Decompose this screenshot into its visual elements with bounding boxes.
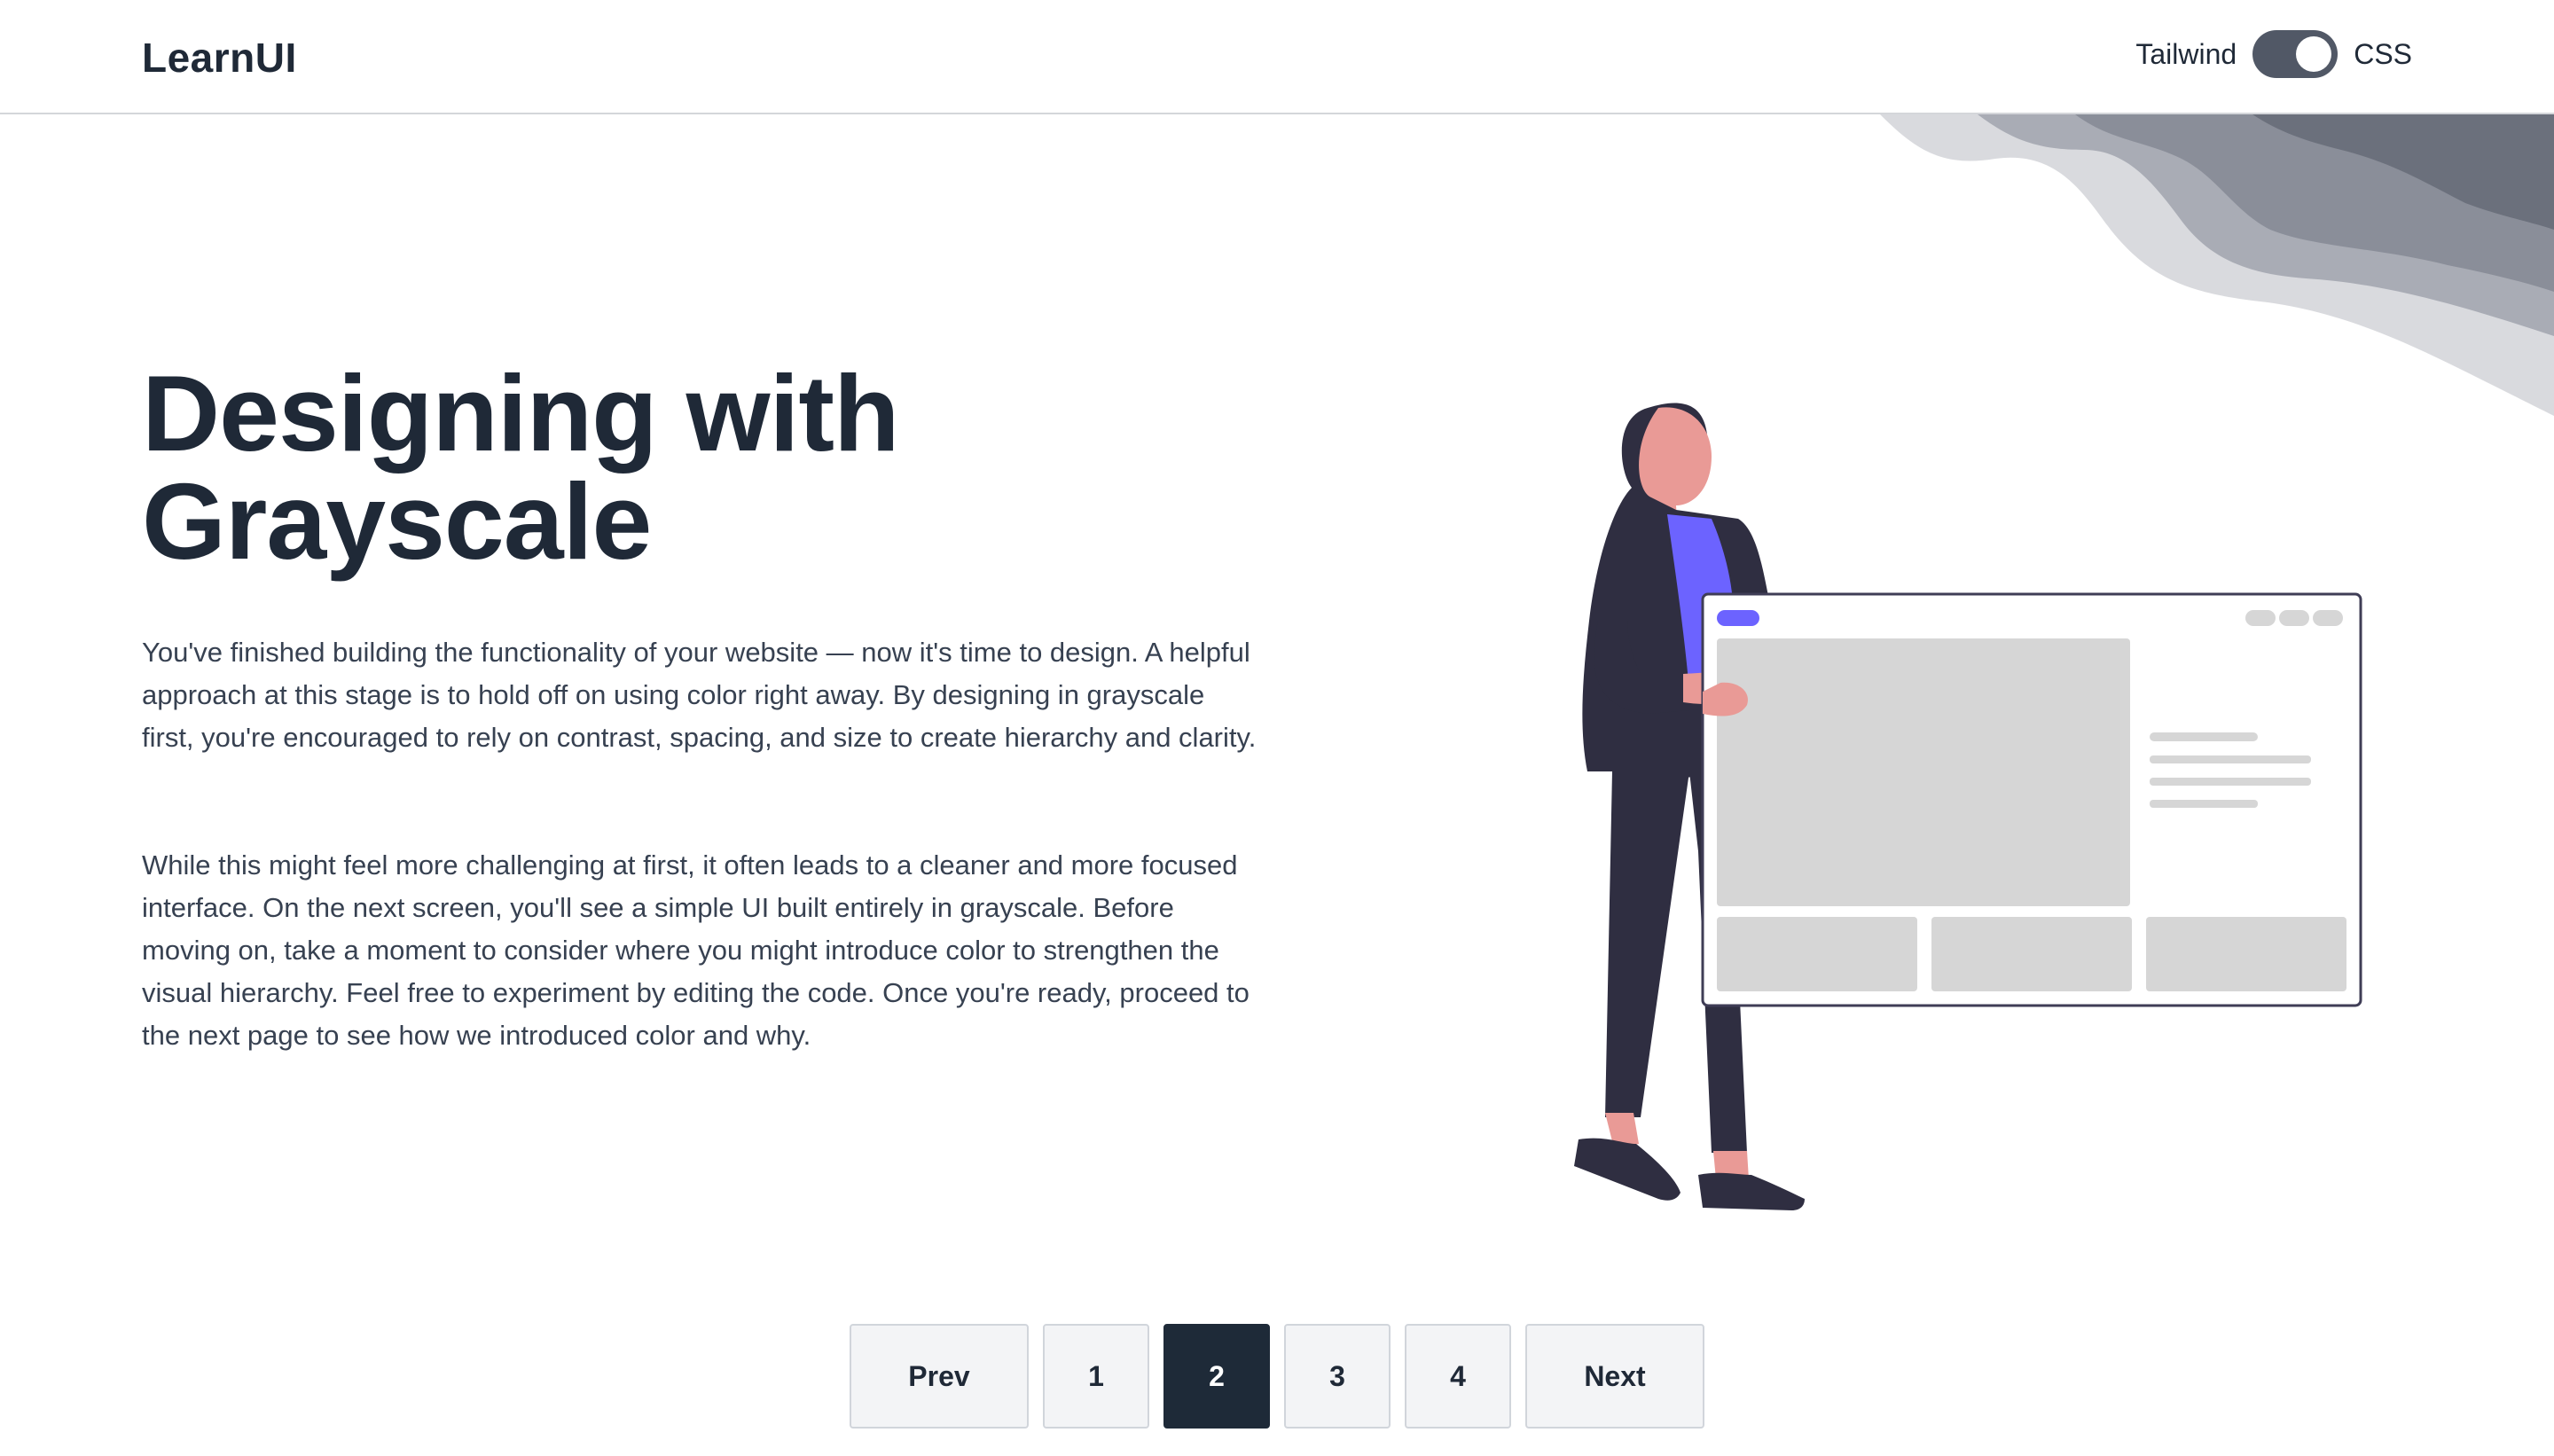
page-2-button[interactable]: 2 [1163,1324,1270,1429]
page-1-button[interactable]: 1 [1043,1324,1149,1429]
site-logo[interactable]: LearnUI [142,34,297,82]
page-title: Designing with Grayscale [142,359,1029,575]
page-title-line1: Designing with [142,353,900,474]
toggle-knob[interactable] [2296,36,2332,72]
next-button[interactable]: Next [1525,1324,1704,1429]
prev-button[interactable]: Prev [850,1324,1029,1429]
pagination: Prev 1 2 3 4 Next [850,1324,1704,1429]
toggle-label-tailwind: Tailwind [2135,37,2237,70]
page-4-button[interactable]: 4 [1405,1324,1511,1429]
toggle-label-css: CSS [2354,37,2412,70]
woman-holding-wireframe-illustration [1574,403,2362,1210]
page-3-button[interactable]: 3 [1284,1324,1391,1429]
intro-paragraph: You've finished building the functionali… [142,637,1257,753]
framework-switch: Tailwind CSS [2135,27,2412,82]
framework-toggle[interactable] [2252,30,2339,78]
page-title-line2: Grayscale [142,461,652,582]
instruction-paragraph: While this might feel more challenging a… [142,849,1250,1051]
site-header: LearnUI Tailwind CSS [0,0,2554,114]
